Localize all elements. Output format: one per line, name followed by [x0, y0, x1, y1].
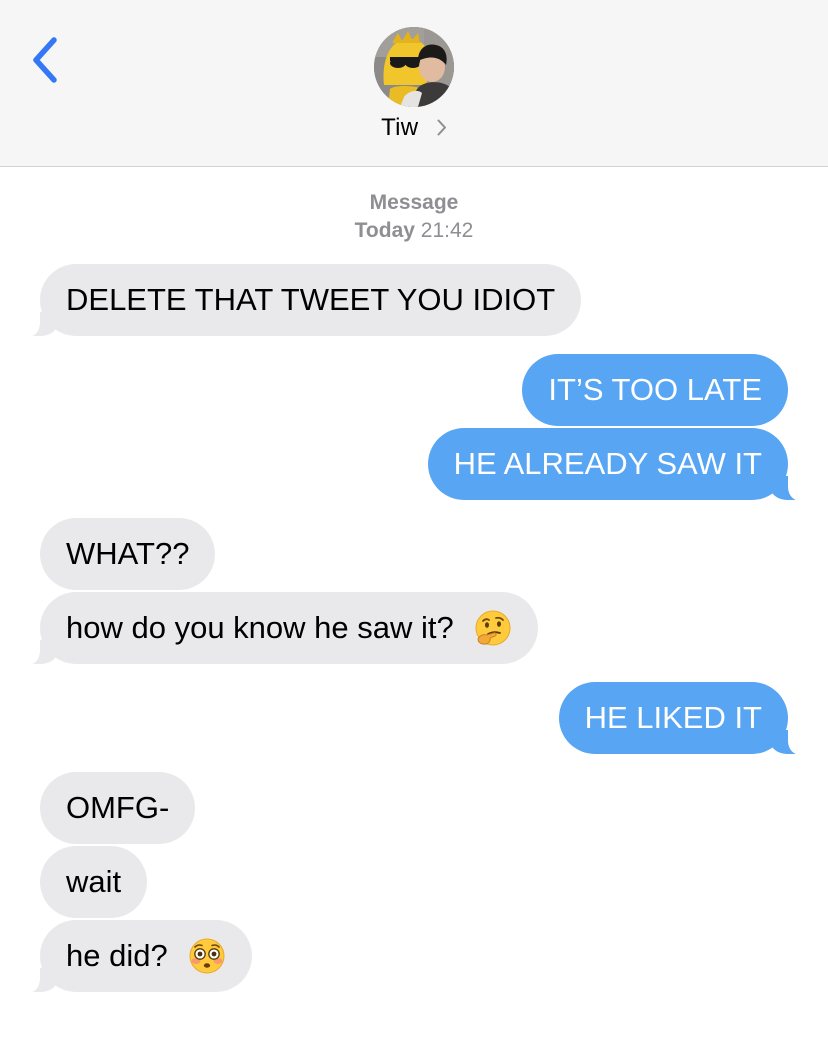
- message-bubble-incoming[interactable]: OMFG-: [40, 772, 196, 844]
- chevron-left-icon: [33, 37, 57, 83]
- message-text: IT’S TOO LATE: [548, 372, 762, 407]
- message-bubble-outgoing[interactable]: HE ALREADY SAW IT: [427, 428, 815, 501]
- message-bubble-incoming[interactable]: wait: [40, 846, 148, 918]
- thinking-face-emoji: [475, 610, 511, 646]
- message-text: WHAT??: [66, 536, 190, 571]
- message-text: HE LIKED IT: [584, 700, 762, 735]
- message-bubble-incoming[interactable]: WHAT??: [40, 518, 216, 590]
- message-bubble-incoming[interactable]: he did?: [13, 920, 253, 993]
- message-text: OMFG-: [66, 790, 170, 825]
- conversation-header: Tiw: [0, 0, 828, 167]
- message-bubble-incoming[interactable]: DELETE THAT TWEET YOU IDIOT: [13, 264, 582, 337]
- back-button[interactable]: [26, 32, 70, 88]
- flushed-face-emoji: [189, 938, 225, 974]
- service-label: Message: [369, 191, 459, 214]
- timestamp-day: Today: [354, 219, 415, 242]
- message-text: HE ALREADY SAW IT: [453, 446, 762, 481]
- message-bubble-outgoing[interactable]: HE LIKED IT: [558, 682, 815, 755]
- timestamp: Today 21:42: [0, 219, 828, 243]
- avatar-image: [374, 27, 454, 107]
- message-bubble-incoming[interactable]: how do you know he saw it?: [13, 592, 539, 665]
- message-text: how do you know he saw it?: [66, 610, 454, 645]
- message-text: he did?: [66, 938, 168, 973]
- message-text: wait: [66, 864, 122, 899]
- message-text: DELETE THAT TWEET YOU IDIOT: [66, 282, 556, 317]
- timestamp-time: 21:42: [420, 219, 474, 242]
- contact-avatar[interactable]: [374, 27, 454, 107]
- contact-name: Tiw: [381, 114, 419, 141]
- chevron-right-icon: [437, 119, 446, 136]
- message-bubble-outgoing[interactable]: IT’S TOO LATE: [522, 354, 788, 426]
- contact-name-row[interactable]: Tiw: [0, 114, 828, 142]
